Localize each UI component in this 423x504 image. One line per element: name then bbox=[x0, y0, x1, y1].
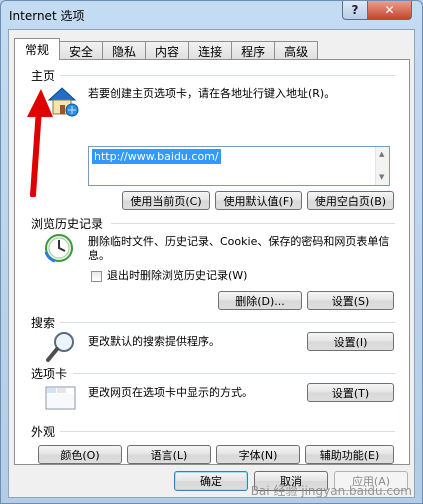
window-title: Internet 选项 bbox=[9, 9, 85, 23]
tab-strip: 常规 安全 隐私 内容 连接 程序 高级 bbox=[14, 38, 319, 60]
delete-on-exit-checkbox[interactable] bbox=[91, 271, 102, 282]
scroll-down-icon[interactable]: ▼ bbox=[379, 173, 384, 181]
ok-button[interactable]: 确定 bbox=[174, 471, 248, 491]
title-bar[interactable]: Internet 选项 ? ✕ bbox=[1, 1, 422, 29]
colors-button[interactable]: 颜色(O) bbox=[38, 445, 122, 464]
baidu-watermark: Bai 经验 jingyan.baidu.com bbox=[250, 484, 412, 498]
home-page-url-text[interactable]: http://www.baidu.com/ bbox=[92, 149, 221, 164]
appearance-group-label: 外观 bbox=[31, 425, 56, 439]
delete-history-button[interactable]: 删除(D)... bbox=[218, 291, 302, 310]
help-button[interactable]: ? bbox=[342, 1, 368, 20]
fonts-button[interactable]: 字体(N) bbox=[216, 445, 300, 464]
tab-privacy[interactable]: 隐私 bbox=[102, 41, 147, 60]
history-description: 删除临时文件、历史记录、Cookie、保存的密码和网页表单信息。 bbox=[88, 235, 390, 262]
internet-options-window: Internet 选项 ? ✕ 常规 安全 隐私 内容 连接 程序 高级 主页 bbox=[0, 0, 423, 504]
history-clock-icon bbox=[43, 232, 75, 264]
tab-security[interactable]: 安全 bbox=[59, 41, 104, 60]
tabs-window-icon bbox=[45, 383, 77, 411]
tab-programs[interactable]: 程序 bbox=[231, 41, 276, 60]
search-group-label: 搜索 bbox=[31, 316, 56, 330]
scroll-up-icon[interactable]: ▲ bbox=[379, 150, 384, 158]
search-magnifier-icon bbox=[45, 330, 77, 364]
history-group-divider bbox=[111, 223, 395, 224]
tabs-settings-button[interactable]: 设置(T) bbox=[307, 383, 394, 402]
tab-general[interactable]: 常规 bbox=[14, 38, 61, 60]
languages-button[interactable]: 语言(L) bbox=[127, 445, 211, 464]
dialog-client-area: 常规 安全 隐私 内容 连接 程序 高级 主页 若要创建主页选项卡，请在各地址行 bbox=[8, 29, 415, 498]
delete-on-exit-label[interactable]: 退出时删除浏览历史记录(W) bbox=[107, 269, 247, 283]
search-settings-button[interactable]: 设置(I) bbox=[307, 332, 394, 351]
search-group-divider bbox=[60, 322, 395, 323]
url-field-scrollbar[interactable]: ▲ ▼ bbox=[375, 147, 389, 185]
red-annotation-arrow bbox=[27, 89, 53, 197]
home-page-group-label: 主页 bbox=[31, 69, 56, 83]
use-default-button[interactable]: 使用默认值(F) bbox=[215, 191, 302, 210]
home-page-description: 若要创建主页选项卡，请在各地址行键入地址(R)。 bbox=[88, 87, 336, 100]
tabs-description: 更改网页在选项卡中显示的方式。 bbox=[88, 386, 253, 399]
tab-advanced[interactable]: 高级 bbox=[274, 41, 319, 60]
use-blank-button[interactable]: 使用空白页(B) bbox=[307, 191, 394, 210]
home-page-url-field[interactable]: http://www.baidu.com/ ▲ ▼ bbox=[88, 146, 390, 186]
tabs-group-divider bbox=[73, 373, 395, 374]
tabs-group-label: 选项卡 bbox=[31, 367, 68, 381]
general-tab-panel: 主页 若要创建主页选项卡，请在各地址行键入地址(R)。 http://www.b… bbox=[14, 59, 410, 465]
browsing-history-group-label: 浏览历史记录 bbox=[31, 217, 104, 231]
history-settings-button[interactable]: 设置(S) bbox=[307, 291, 394, 310]
tab-content[interactable]: 内容 bbox=[145, 41, 190, 60]
use-current-button[interactable]: 使用当前页(C) bbox=[122, 191, 210, 210]
close-button[interactable]: ✕ bbox=[367, 1, 412, 20]
tab-connections[interactable]: 连接 bbox=[188, 41, 233, 60]
accessibility-button[interactable]: 辅助功能(E) bbox=[305, 445, 394, 464]
search-description: 更改默认的搜索提供程序。 bbox=[88, 335, 220, 348]
home-group-divider bbox=[60, 75, 395, 76]
appearance-group-divider bbox=[60, 431, 395, 432]
